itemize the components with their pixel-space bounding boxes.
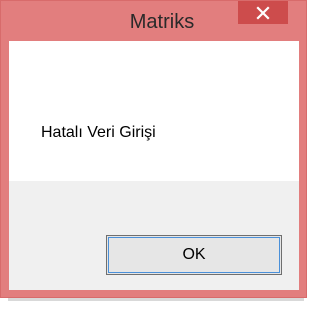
dialog-content: Hatalı Veri Girişi OK xyxy=(9,41,299,290)
close-button[interactable] xyxy=(238,1,288,24)
button-area: OK xyxy=(9,181,299,290)
title-bar[interactable]: Matriks xyxy=(1,1,306,42)
window-title: Matriks xyxy=(129,11,195,33)
message-dialog: Matriks Hatalı Veri Girişi OK xyxy=(0,0,307,298)
message-text: Hatalı Veri Girişi xyxy=(41,124,156,141)
screen: Matriks Hatalı Veri Girişi OK xyxy=(0,0,307,315)
ok-button[interactable]: OK xyxy=(106,235,282,275)
window-shadow xyxy=(8,298,304,301)
close-icon xyxy=(256,5,270,20)
